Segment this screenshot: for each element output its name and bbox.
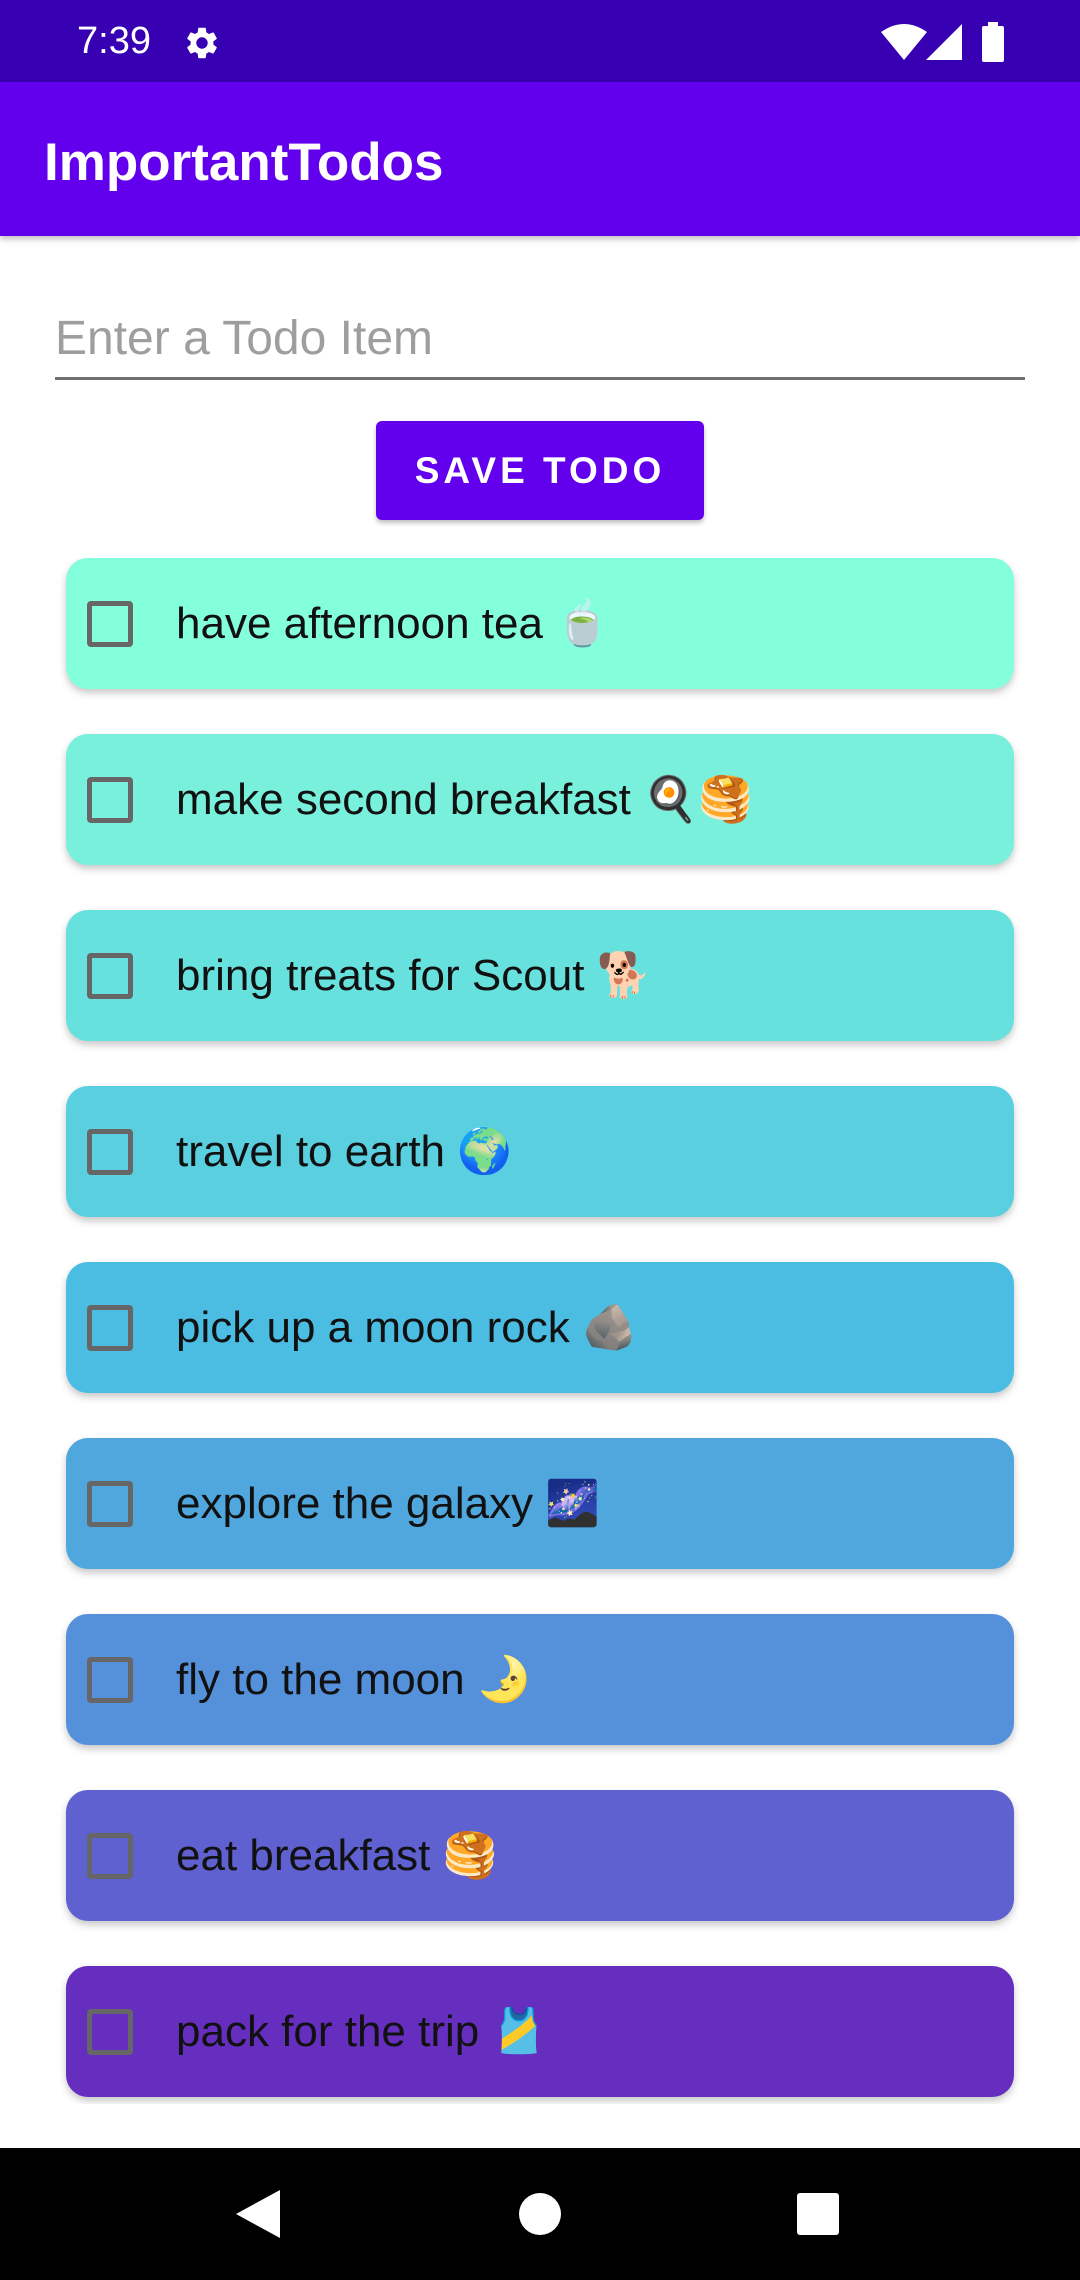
todo-item[interactable]: pick up a moon rock 🪨 [66, 1262, 1014, 1393]
todo-item[interactable]: have afternoon tea 🍵 [66, 558, 1014, 689]
status-time: 7:39 [77, 20, 151, 62]
todo-checkbox[interactable] [87, 1833, 133, 1879]
todo-item[interactable]: explore the galaxy 🌌 [66, 1438, 1014, 1569]
todo-emoji: 🐕 [596, 950, 652, 1001]
todo-emoji: 🍳🥞 [643, 774, 753, 825]
todo-checkbox[interactable] [87, 1305, 133, 1351]
todo-checkbox[interactable] [87, 1481, 133, 1527]
app-bar: ImportantTodos [0, 82, 1080, 236]
todo-emoji: 🎽 [491, 2006, 547, 2057]
todo-text: pack for the trip 🎽 [176, 2006, 547, 2057]
todo-text: bring treats for Scout 🐕 [176, 950, 652, 1001]
todo-text: make second breakfast 🍳🥞 [176, 774, 753, 825]
todo-text: travel to earth 🌍 [176, 1126, 513, 1177]
wifi-icon [881, 24, 927, 60]
back-icon[interactable] [236, 2190, 280, 2238]
todo-item[interactable]: bring treats for Scout 🐕 [66, 910, 1014, 1041]
battery-icon [982, 22, 1004, 62]
todo-emoji: 🌛 [476, 1654, 532, 1705]
todo-item[interactable]: eat breakfast 🥞 [66, 1790, 1014, 1921]
todo-item[interactable]: pack for the trip 🎽 [66, 1966, 1014, 2097]
screen: 7:39 ImportantTodos SAVE TODO have after… [0, 0, 1080, 2280]
todo-input[interactable] [55, 304, 1025, 380]
signal-icon [926, 24, 962, 60]
todo-emoji: 🌍 [457, 1126, 513, 1177]
recents-icon[interactable] [797, 2193, 839, 2235]
navigation-bar [0, 2148, 1080, 2280]
todo-text: fly to the moon 🌛 [176, 1654, 532, 1705]
todo-emoji: 🥞 [442, 1830, 498, 1881]
todo-checkbox[interactable] [87, 777, 133, 823]
status-bar: 7:39 [0, 0, 1080, 82]
app-title: ImportantTodos [44, 133, 444, 192]
todo-text: explore the galaxy 🌌 [176, 1478, 601, 1529]
todo-item[interactable]: fly to the moon 🌛 [66, 1614, 1014, 1745]
todo-checkbox[interactable] [87, 1657, 133, 1703]
todo-checkbox[interactable] [87, 2009, 133, 2055]
todo-checkbox[interactable] [87, 1129, 133, 1175]
home-icon[interactable] [518, 2192, 562, 2236]
todo-checkbox[interactable] [87, 953, 133, 999]
todo-text: eat breakfast 🥞 [176, 1830, 498, 1881]
save-todo-button[interactable]: SAVE TODO [376, 421, 704, 520]
todo-text: have afternoon tea 🍵 [176, 598, 610, 649]
todo-item[interactable]: travel to earth 🌍 [66, 1086, 1014, 1217]
todo-list[interactable]: have afternoon tea 🍵 make second breakfa… [0, 558, 1080, 2104]
todo-text: pick up a moon rock 🪨 [176, 1302, 637, 1353]
todo-emoji: 🪨 [581, 1302, 637, 1353]
todo-checkbox[interactable] [87, 601, 133, 647]
todo-item[interactable]: make second breakfast 🍳🥞 [66, 734, 1014, 865]
todo-emoji: 🌌 [545, 1478, 601, 1529]
gear-icon [187, 27, 217, 59]
todo-emoji: 🍵 [555, 598, 610, 649]
